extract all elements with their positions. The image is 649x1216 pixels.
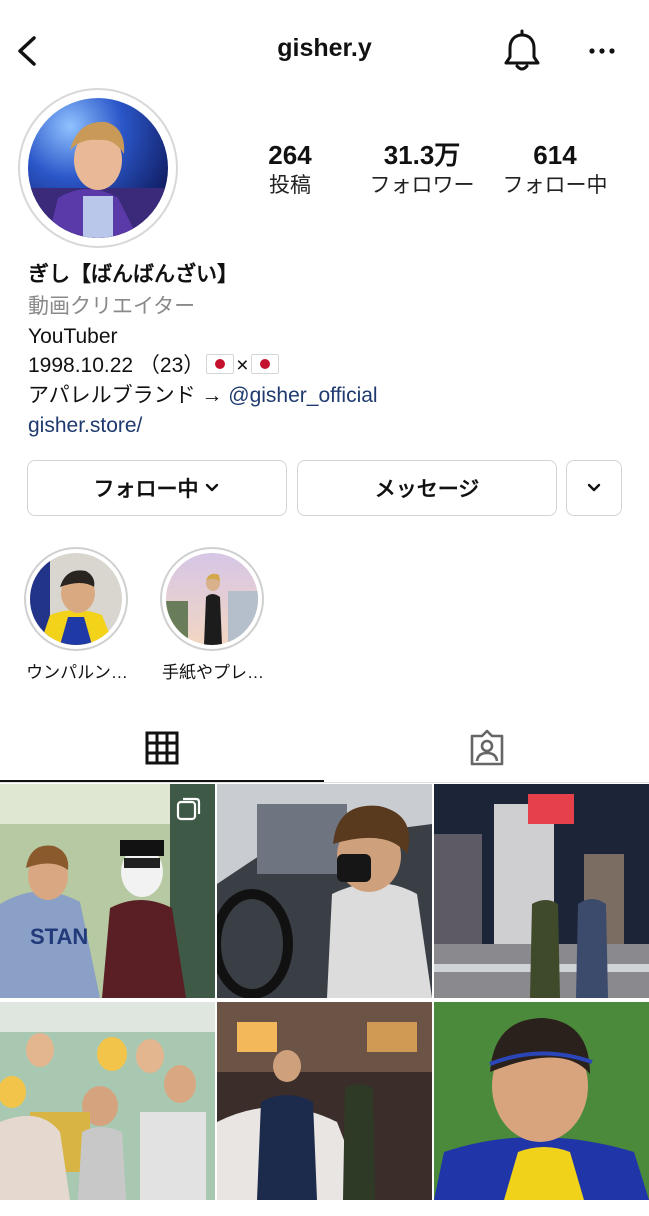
bio-birthday-line: 1998.10.22 （23） × — [28, 351, 281, 381]
stat-posts-count: 264 — [268, 140, 312, 170]
tab-divider — [0, 782, 649, 783]
story-highlight-2-image[interactable] — [166, 553, 258, 645]
bio-birthday-text: 1998.10.22 （23） — [28, 354, 205, 377]
stat-followers-count: 31.3万 — [383, 140, 461, 170]
bio-times-sign: × — [236, 354, 249, 377]
profile-category: 動画クリエイター — [28, 295, 196, 318]
profile-username: gisher.y — [277, 34, 372, 62]
bio-line: YouTuber — [28, 325, 118, 348]
chevron-down-icon — [587, 483, 601, 492]
bio-mention-link[interactable]: @gisher_official — [228, 384, 377, 407]
profile-display-name: ぎし【ばんばんざい】 — [28, 263, 238, 286]
stat-followers-label: フォロワー — [369, 174, 475, 197]
avatar-image — [28, 121, 168, 238]
story-highlight-1-label: ウンパルン… — [26, 663, 128, 682]
bio-brand-line: アパレルブランド → @gisher_official — [28, 381, 378, 411]
tagged-person-icon — [470, 729, 503, 766]
stat-followers[interactable]: 31.3万 フォロワー — [357, 138, 487, 200]
more-horizontal-icon — [589, 48, 615, 54]
carousel-multi-icon — [176, 797, 201, 821]
profile-website-link[interactable]: gisher.store/ — [28, 411, 142, 441]
suggested-accounts-button[interactable] — [566, 460, 622, 516]
message-button-label: メッセージ — [374, 478, 480, 501]
message-button[interactable]: メッセージ — [297, 460, 557, 516]
story-highlight-2-label: 手紙やプレ… — [162, 663, 264, 682]
post-thumbnail[interactable] — [434, 784, 649, 998]
stat-posts[interactable]: 264 投稿 — [225, 138, 355, 200]
japan-flag-icon — [250, 354, 279, 374]
tab-tagged[interactable] — [324, 714, 649, 782]
post-thumbnail[interactable] — [217, 784, 432, 998]
stat-following-count: 614 — [533, 140, 577, 170]
post-thumbnail[interactable]: STAN — [0, 784, 215, 998]
post-thumbnail[interactable] — [217, 1002, 432, 1216]
stat-posts-label: 投稿 — [269, 174, 311, 197]
following-button[interactable]: フォロー中 — [27, 460, 287, 516]
bio-brand-text: アパレルブランド → — [28, 384, 229, 407]
post-thumbnail[interactable] — [0, 1002, 215, 1216]
following-button-label: フォロー中 — [93, 478, 199, 501]
svg-text:STAN: STAN — [30, 924, 88, 949]
japan-flag-icon — [206, 354, 235, 374]
profile-avatar[interactable] — [28, 98, 168, 238]
stat-following[interactable]: 614 フォロー中 — [490, 138, 620, 200]
notification-bell-button[interactable] — [500, 28, 544, 74]
chevron-down-icon — [205, 483, 218, 492]
grid-icon — [145, 731, 179, 765]
post-thumbnail[interactable] — [434, 1002, 649, 1216]
tab-posts-grid[interactable] — [0, 714, 324, 782]
more-options-button[interactable] — [582, 34, 622, 68]
story-highlight-1-image[interactable] — [30, 553, 122, 645]
bell-icon — [504, 29, 540, 71]
stat-following-label: フォロー中 — [502, 174, 608, 197]
